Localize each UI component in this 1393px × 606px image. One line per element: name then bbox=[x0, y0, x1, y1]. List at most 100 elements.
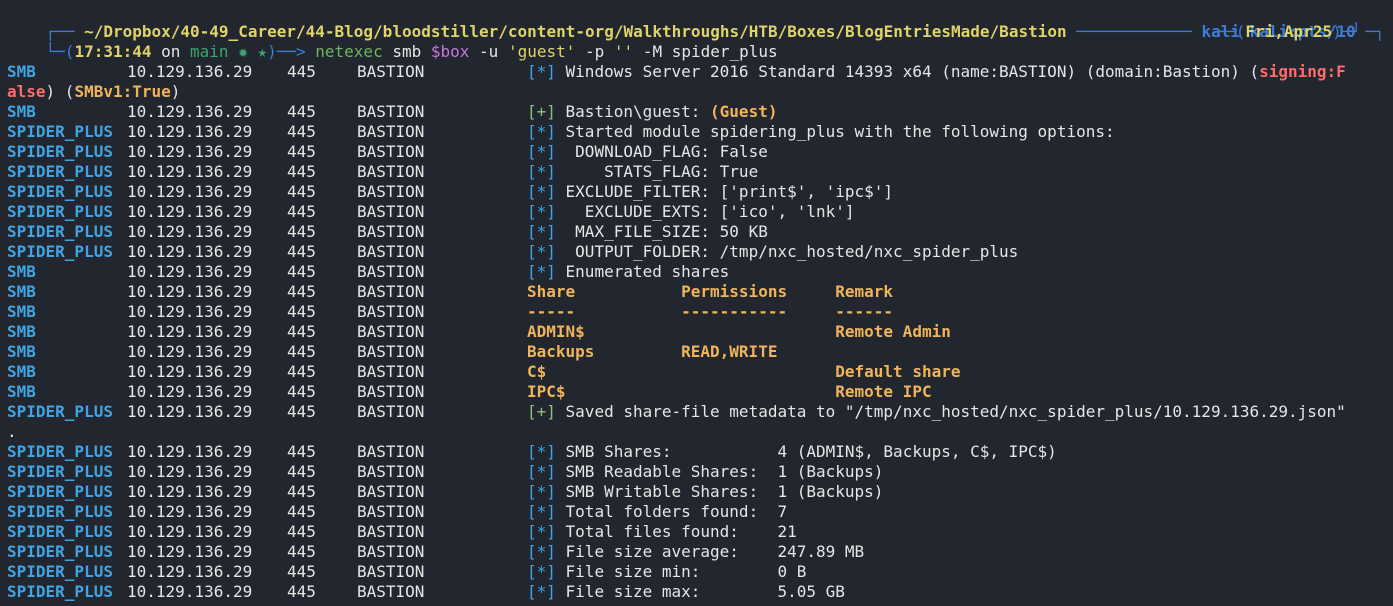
protocol-label: SPIDER_PLUS bbox=[7, 442, 113, 461]
ip-address: 10.129.136.29 bbox=[127, 542, 253, 561]
command-name: netexec bbox=[315, 42, 383, 61]
signing-flag: signing:F bbox=[1259, 62, 1346, 81]
wrap-close: ) bbox=[170, 82, 181, 101]
output-line: SMB 10.129.136.29 445 BASTION [+] Bastion\gu… bbox=[7, 102, 1393, 122]
hostname: BASTION bbox=[357, 522, 425, 541]
message-text: Started module spidering_plus with the f… bbox=[555, 122, 1115, 141]
output-line: SPIDER_PLUS 10.129.136.29 445 BASTION [*] St… bbox=[7, 122, 1393, 142]
message: C$ Default share bbox=[527, 362, 960, 382]
message: ADMIN$ Remote Admin bbox=[527, 322, 951, 342]
message-text: Total folders found: 7 bbox=[555, 502, 788, 521]
port-number: 445 bbox=[287, 542, 316, 561]
output-line: SMB 10.129.136.29 445 BASTION Backups READ,W… bbox=[7, 342, 1393, 362]
ip-address: 10.129.136.29 bbox=[127, 402, 253, 421]
output-line: SMB 10.129.136.29 445 BASTION Share Permissi… bbox=[7, 282, 1393, 302]
status-badge: [*] bbox=[527, 202, 556, 221]
message: [*] File size max: 5.05 GB bbox=[527, 582, 845, 602]
message: [*] EXCLUDE_FILTER: ['print$', 'ipc$'] bbox=[527, 182, 893, 202]
hostname: BASTION bbox=[357, 342, 425, 361]
ip-address: 10.129.136.29 bbox=[127, 302, 253, 321]
git-branch: main ✹ ★ bbox=[190, 42, 268, 61]
ip-address: 10.129.136.29 bbox=[127, 142, 253, 161]
protocol-label: SMB bbox=[7, 362, 36, 381]
protocol-label: SMB bbox=[7, 262, 36, 281]
hostname: BASTION bbox=[357, 582, 425, 601]
port-number: 445 bbox=[287, 222, 316, 241]
prompt-line-2[interactable]: └─(17:31:44 on main ✹ ★)──> netexec smb … bbox=[7, 22, 1393, 61]
guest-flag: (Guest) bbox=[710, 102, 778, 121]
message: [*] Windows Server 2016 Standard 14393 x… bbox=[527, 62, 1346, 82]
output-line: SPIDER_PLUS 10.129.136.29 445 BASTION [*] To… bbox=[7, 522, 1393, 542]
port-number: 445 bbox=[287, 182, 316, 201]
protocol-label: SPIDER_PLUS bbox=[7, 162, 113, 181]
hostname: BASTION bbox=[357, 482, 425, 501]
prompt-time: 17:31:44 bbox=[74, 42, 152, 61]
protocol-label: SMB bbox=[7, 102, 36, 121]
message: [*] File size average: 247.89 MB bbox=[527, 542, 864, 562]
date-prefix: ──( bbox=[1216, 22, 1246, 41]
hostname: BASTION bbox=[357, 182, 425, 201]
message: [+] Bastion\guest: (Guest) bbox=[527, 102, 777, 122]
ip-address: 10.129.136.29 bbox=[127, 342, 253, 361]
hostname: BASTION bbox=[357, 162, 425, 181]
status-badge: [+] bbox=[527, 102, 556, 121]
message-text: File size average: 247.89 MB bbox=[555, 542, 865, 561]
protocol-label: SPIDER_PLUS bbox=[7, 222, 113, 241]
output-line: SPIDER_PLUS 10.129.136.29 445 BASTION [*] EX… bbox=[7, 202, 1393, 222]
message-text: Saved share-file metadata to "/tmp/nxc_h… bbox=[555, 402, 1346, 421]
command-args-2: -u bbox=[469, 42, 508, 61]
port-number: 445 bbox=[287, 202, 316, 221]
hostname: BASTION bbox=[357, 242, 425, 261]
command-args-4: -M spider_plus bbox=[633, 42, 778, 61]
hostname: BASTION bbox=[357, 302, 425, 321]
message: [*] SMB Readable Shares: 1 (Backups) bbox=[527, 462, 883, 482]
output-line: SPIDER_PLUS 10.129.136.29 445 BASTION [*] SM… bbox=[7, 482, 1393, 502]
prompt-date: Fri,Apr25 bbox=[1245, 22, 1333, 41]
prompt-arrow: )──> bbox=[267, 42, 316, 61]
port-number: 445 bbox=[287, 242, 316, 261]
output-line: SPIDER_PLUS 10.129.136.29 445 BASTION [*] SM… bbox=[7, 442, 1393, 462]
hostname: BASTION bbox=[357, 142, 425, 161]
message-text: DOWNLOAD_FLAG: False bbox=[555, 142, 768, 161]
wrap-sep: ) ( bbox=[45, 82, 75, 101]
terminal-window[interactable]: ┌── ~/Dropbox/40-49_Career/44-Blog/blood… bbox=[0, 0, 1393, 606]
status-badge: [*] bbox=[527, 462, 556, 481]
ip-address: 10.129.136.29 bbox=[127, 102, 253, 121]
output-line: SMB 10.129.136.29 445 BASTION [*] Enumerated… bbox=[7, 262, 1393, 282]
port-number: 445 bbox=[287, 362, 316, 381]
protocol-label: SMB bbox=[7, 302, 36, 321]
status-badge: [*] bbox=[527, 62, 556, 81]
port-number: 445 bbox=[287, 482, 316, 501]
status-badge: [*] bbox=[527, 182, 556, 201]
hostname: BASTION bbox=[357, 62, 425, 81]
status-badge: [*] bbox=[527, 142, 556, 161]
message-text: File size min: 0 B bbox=[555, 562, 807, 581]
ip-address: 10.129.136.29 bbox=[127, 322, 253, 341]
message: [*] EXCLUDE_EXTS: ['ico', 'lnk'] bbox=[527, 202, 855, 222]
protocol-label: SPIDER_PLUS bbox=[7, 202, 113, 221]
port-number: 445 bbox=[287, 342, 316, 361]
port-number: 445 bbox=[287, 442, 316, 461]
message: ----- ----------- ------ bbox=[527, 302, 893, 322]
ip-address: 10.129.136.29 bbox=[127, 582, 253, 601]
ip-address: 10.129.136.29 bbox=[127, 262, 253, 281]
protocol-label: SPIDER_PLUS bbox=[7, 482, 113, 501]
wrap-signing-tail: alse bbox=[7, 82, 46, 101]
command-args-3: -p bbox=[575, 42, 614, 61]
output-line: SPIDER_PLUS 10.129.136.29 445 BASTION [*] EX… bbox=[7, 182, 1393, 202]
output-line: SPIDER_PLUS 10.129.136.29 445 BASTION [*] Fi… bbox=[7, 542, 1393, 562]
output-line: . bbox=[7, 422, 1393, 442]
message-text: EXCLUDE_EXTS: ['ico', 'lnk'] bbox=[555, 202, 855, 221]
protocol-label: SMB bbox=[7, 382, 36, 401]
hostname: BASTION bbox=[357, 442, 425, 461]
ip-address: 10.129.136.29 bbox=[127, 202, 253, 221]
message: Backups READ,WRITE bbox=[527, 342, 777, 362]
message-text: SMB Shares: 4 (ADMIN$, Backups, C$, IPC$… bbox=[555, 442, 1057, 461]
status-badge: [+] bbox=[527, 402, 556, 421]
port-number: 445 bbox=[287, 562, 316, 581]
protocol-label: SPIDER_PLUS bbox=[7, 562, 113, 581]
protocol-label: SPIDER_PLUS bbox=[7, 182, 113, 201]
port-number: 445 bbox=[287, 522, 316, 541]
share-table-text: ADMIN$ Remote Admin bbox=[527, 322, 951, 341]
message-text: Enumerated shares bbox=[555, 262, 730, 281]
